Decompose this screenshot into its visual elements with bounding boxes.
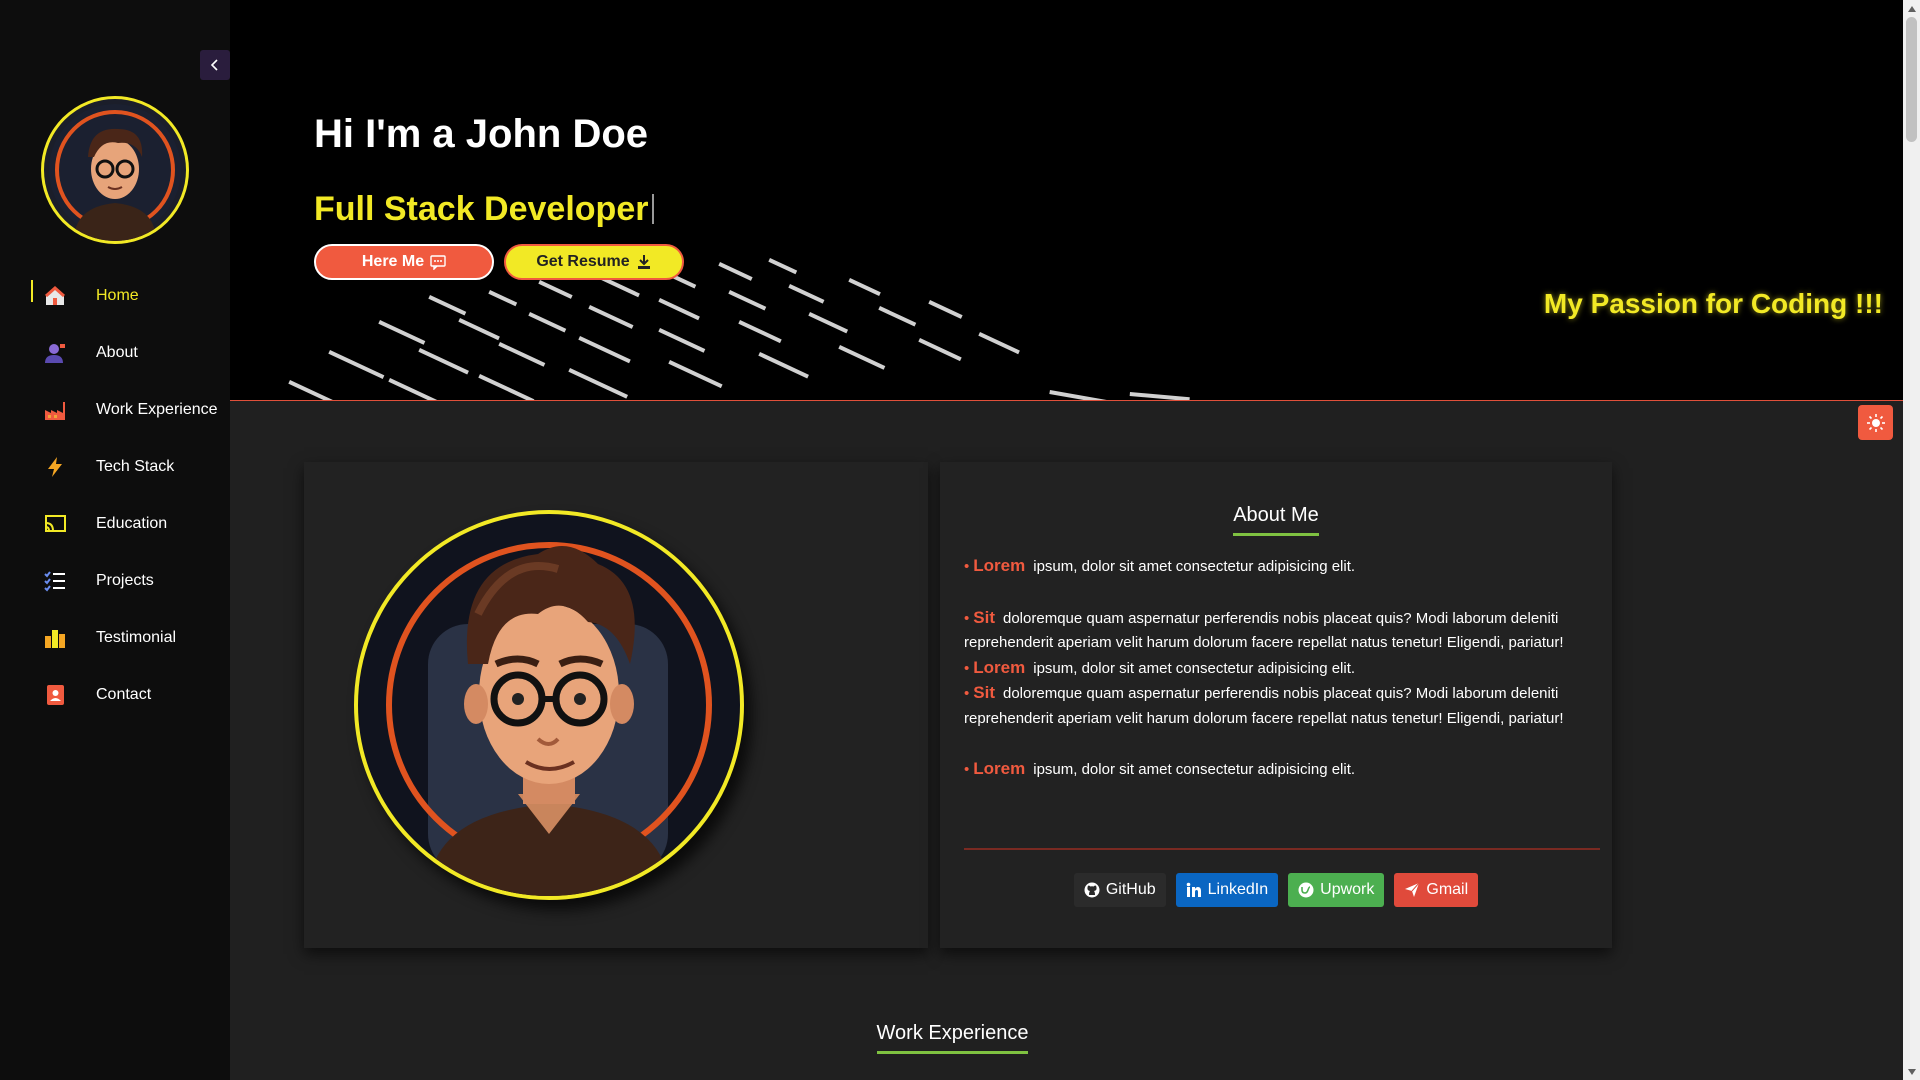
about-image-card xyxy=(304,462,928,948)
about-paragraph: • Lorem ipsum, dolor sit amet consectetur … xyxy=(964,657,1356,677)
upwork-button[interactable]: Upwork xyxy=(1288,873,1385,907)
gmail-label: Gmail xyxy=(1426,881,1469,898)
get-resume-label: Get Resume xyxy=(536,253,630,270)
bar-chart-icon xyxy=(42,625,68,651)
github-button[interactable]: GitHub xyxy=(1073,873,1166,907)
chevron-left-icon xyxy=(210,59,218,71)
upwork-icon xyxy=(1298,882,1314,898)
sidebar-item-label: Contact xyxy=(96,685,152,703)
sidebar-item-label: Tech Stack xyxy=(96,457,175,475)
sidebar-item-education[interactable]: Education xyxy=(0,495,230,552)
about-paragraph: • Lorem ipsum, dolor sit amet consectetur … xyxy=(964,556,1356,575)
hero-subtitle: Full Stack Developer xyxy=(314,190,655,229)
sidebar-item-label: Work Experience xyxy=(96,400,218,418)
send-icon xyxy=(1405,882,1420,897)
social-links: GitHub LinkedIn Upwork Gmail xyxy=(940,873,1612,907)
github-icon xyxy=(1084,882,1100,898)
scrollbar-thumb[interactable] xyxy=(1906,17,1917,142)
github-label: GitHub xyxy=(1105,881,1156,898)
about-paragraph: • Lorem ipsum, dolor sit amet consectetur … xyxy=(964,759,1356,778)
factory-icon xyxy=(42,397,68,423)
hire-me-button[interactable]: Here Me xyxy=(314,244,494,280)
sidebar-item-label: Education xyxy=(96,514,168,532)
sidebar-item-label: Home xyxy=(96,286,139,304)
about-me-card: About Me • Lorem ipsum, dolor sit amet con… xyxy=(940,462,1612,948)
user-icon xyxy=(42,340,68,366)
contact-book-icon xyxy=(42,682,68,708)
work-experience-heading: Work Experience xyxy=(850,1022,1055,1054)
lightning-icon xyxy=(42,454,68,480)
hero-title: Hi I'm a John Doe xyxy=(314,112,649,156)
about-me-text: • Lorem ipsum, dolor sit amet consectetur … xyxy=(964,554,1600,783)
collapse-sidebar-button[interactable] xyxy=(200,50,230,80)
sidebar-item-label: Testimonial xyxy=(96,628,177,646)
sidebar-item-home[interactable]: Home xyxy=(0,267,230,324)
cast-icon xyxy=(42,511,68,537)
sidebar-item-about[interactable]: About xyxy=(0,324,230,381)
avatar xyxy=(41,96,189,244)
about-me-heading: About Me xyxy=(940,504,1612,536)
download-icon xyxy=(637,255,650,269)
typing-caret xyxy=(652,194,655,224)
gmail-button[interactable]: Gmail xyxy=(1394,873,1479,907)
divider xyxy=(964,848,1600,850)
theme-toggle-button[interactable] xyxy=(1858,405,1893,440)
upwork-label: Upwork xyxy=(1320,881,1375,898)
home-icon xyxy=(42,283,68,309)
about-paragraph: • Sit doloremque quam aspernatur perferend… xyxy=(964,683,1564,727)
scroll-down-arrow-icon[interactable] xyxy=(1903,1063,1920,1080)
scroll-up-arrow-icon[interactable] xyxy=(1903,0,1920,17)
sidebar-item-work-experience[interactable]: Work Experience xyxy=(0,381,230,438)
hire-me-label: Here Me xyxy=(361,253,425,270)
page-scrollbar[interactable] xyxy=(1903,0,1920,1080)
sidebar-item-tech-stack[interactable]: Tech Stack xyxy=(0,438,230,495)
get-resume-button[interactable]: Get Resume xyxy=(504,244,684,280)
chat-icon xyxy=(430,255,446,270)
sidebar-item-contact[interactable]: Contact xyxy=(0,666,230,723)
checklist-icon xyxy=(42,568,68,594)
profile-avatar xyxy=(354,510,744,900)
sidebar-item-projects[interactable]: Projects xyxy=(0,552,230,609)
sidebar-nav: Home About Work Experience Tech Stack Ed… xyxy=(0,267,230,723)
sidebar-item-label: Projects xyxy=(96,571,154,589)
linkedin-label: LinkedIn xyxy=(1207,881,1269,898)
passion-tagline: My Passion for Coding !!! xyxy=(1543,288,1883,319)
sidebar-item-testimonial[interactable]: Testimonial xyxy=(0,609,230,666)
linkedin-button[interactable]: LinkedIn xyxy=(1175,873,1279,907)
hero-section: Hi I'm a John Doe Full Stack Developer H… xyxy=(230,0,1903,401)
sidebar-item-label: About xyxy=(96,343,138,361)
sidebar: Home About Work Experience Tech Stack Ed… xyxy=(0,0,230,1080)
linkedin-icon xyxy=(1186,882,1201,897)
sun-icon xyxy=(1866,413,1885,432)
about-paragraph: • Sit doloremque quam aspernatur perferend… xyxy=(964,607,1564,652)
